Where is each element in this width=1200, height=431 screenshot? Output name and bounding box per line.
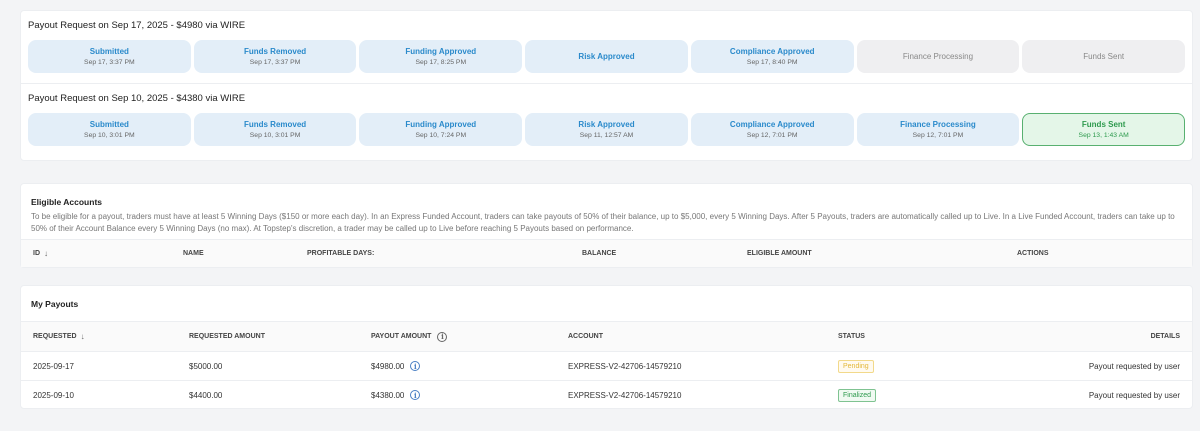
column-label: REQUESTED: [33, 333, 77, 340]
step-label: Finance Processing: [902, 52, 974, 61]
eligible-accounts-card: Eligible Accounts To be eligible for a p…: [20, 183, 1193, 268]
column-name: NAME: [183, 250, 204, 257]
payouts-table: REQUESTED ↓ REQUESTED AMOUNT PAYOUT AMOUN…: [21, 321, 1192, 409]
payout-request-title: Payout Request on Sep 10, 2025 - $4380 v…: [28, 93, 246, 104]
column-label: ID: [33, 250, 40, 257]
step-compliance-approved: Compliance Approved Sep 12, 7:01 PM: [690, 113, 854, 146]
step-label: Compliance Approved: [729, 47, 815, 56]
info-circle-icon[interactable]: i: [410, 390, 421, 400]
table-row: 2025-09-10 $4400.00 $4380.00 i EXPRESS-V2…: [21, 380, 1192, 409]
payout-amount-value: $4980.00: [371, 361, 405, 371]
payout-progress-steps: Submitted Sep 17, 3:37 PM Funds Removed Se…: [28, 40, 1186, 73]
column-actions: ACTIONS: [1017, 250, 1049, 257]
column-requested[interactable]: REQUESTED ↓: [21, 332, 177, 341]
step-date: Sep 17, 8:40 PM: [746, 59, 798, 66]
column-eligible-amount: ELIGIBLE AMOUNT: [747, 250, 812, 257]
column-requested-amount: REQUESTED AMOUNT: [189, 333, 265, 340]
step-label: Compliance Approved: [729, 120, 815, 129]
payout-request: Payout Request on Sep 17, 2025 - $4980 v…: [28, 11, 1186, 73]
payouts-table-header: REQUESTED ↓ REQUESTED AMOUNT PAYOUT AMOUN…: [21, 321, 1192, 351]
status-badge: Finalized: [838, 388, 877, 402]
step-label: Finance Processing: [900, 120, 976, 129]
column-profitable-days: PROFITABLE DAYS:: [307, 250, 375, 257]
step-funding-approved: Funding Approved Sep 10, 7:24 PM: [359, 113, 523, 146]
my-payouts-card: My Payouts REQUESTED ↓ REQUESTED AMOUNT P…: [20, 285, 1193, 409]
info-circle-icon[interactable]: i: [437, 331, 448, 342]
column-account: ACCOUNT: [568, 333, 603, 340]
step-label: Funds Sent: [1081, 120, 1126, 129]
cell-requested-amount: $4400.00: [189, 390, 223, 400]
step-date: Sep 12, 7:01 PM: [912, 132, 964, 139]
step-date: Sep 17, 3:37 PM: [84, 59, 135, 66]
step-date: Sep 17, 8:25 PM: [415, 59, 467, 66]
table-row: 2025-09-17 $5000.00 $4980.00 i EXPRESS-V2…: [21, 351, 1192, 380]
cell-requested: 2025-09-10: [33, 390, 74, 400]
cell-details: Payout requested by user: [1088, 390, 1180, 400]
column-details: DETAILS: [1150, 333, 1180, 340]
step-funds-sent: Funds Sent: [1022, 40, 1186, 73]
step-funds-removed: Funds Removed Sep 10, 3:01 PM: [193, 113, 357, 146]
step-funds-sent: Funds Sent Sep 13, 1:43 AM: [1022, 113, 1186, 146]
eligible-accounts-description: To be eligible for a payout, traders mus…: [31, 212, 1175, 233]
step-label: Funding Approved: [405, 120, 477, 129]
column-label: PAYOUT AMOUNT: [371, 333, 432, 340]
step-label: Risk Approved: [578, 120, 635, 129]
step-label: Funds Sent: [1083, 52, 1125, 61]
step-date: Sep 10, 3:01 PM: [84, 132, 135, 139]
step-submitted: Submitted Sep 10, 3:01 PM: [28, 113, 191, 146]
step-date: Sep 13, 1:43 AM: [1078, 132, 1129, 139]
info-circle-icon[interactable]: i: [410, 361, 421, 371]
cell-account: EXPRESS-V2-42706-14579210: [568, 390, 682, 400]
cell-payout-amount: $4380.00 i: [359, 390, 556, 400]
payout-progress-steps: Submitted Sep 10, 3:01 PM Funds Removed Se…: [28, 113, 1186, 146]
arrow-down-icon: ↓: [44, 249, 48, 258]
column-balance: BALANCE: [582, 250, 617, 257]
step-date: Sep 12, 7:01 PM: [746, 132, 798, 139]
column-payout-amount: PAYOUT AMOUNT i: [359, 331, 556, 342]
eligible-accounts-table-header: ID ↓ NAME PROFITABLE DAYS: BALANCE ELIGIB…: [21, 239, 1192, 267]
step-risk-approved: Risk Approved Sep 11, 12:57 AM: [525, 113, 688, 146]
step-risk-approved: Risk Approved: [525, 40, 688, 73]
payout-amount-value: $4380.00: [371, 390, 405, 400]
column-id[interactable]: ID ↓: [21, 249, 171, 258]
cell-status: Pending: [826, 359, 946, 373]
step-compliance-approved: Compliance Approved Sep 17, 8:40 PM: [690, 40, 854, 73]
step-finance-processing: Finance Processing: [856, 40, 1020, 73]
payout-request-title: Payout Request on Sep 17, 2025 - $4980 v…: [28, 20, 246, 31]
step-funds-removed: Funds Removed Sep 17, 3:37 PM: [193, 40, 357, 73]
cell-payout-amount: $4980.00 i: [359, 361, 556, 371]
step-date: Sep 11, 12:57 AM: [579, 132, 634, 139]
step-label: Submitted: [89, 47, 129, 56]
step-date: Sep 10, 3:01 PM: [249, 132, 301, 139]
my-payouts-title: My Payouts: [31, 299, 79, 309]
step-submitted: Submitted Sep 17, 3:37 PM: [28, 40, 191, 73]
step-label: Risk Approved: [578, 52, 635, 61]
eligible-accounts-title: Eligible Accounts: [31, 197, 103, 207]
step-label: Submitted: [89, 120, 129, 129]
step-date: Sep 10, 7:24 PM: [415, 132, 467, 139]
step-finance-processing: Finance Processing Sep 12, 7:01 PM: [856, 113, 1020, 146]
cell-requested: 2025-09-17: [33, 361, 74, 371]
payout-request: Payout Request on Sep 10, 2025 - $4380 v…: [28, 84, 1186, 146]
step-label: Funds Removed: [243, 47, 307, 56]
payout-requests-card: Payout Request on Sep 17, 2025 - $4980 v…: [20, 10, 1193, 161]
step-date: Sep 17, 3:37 PM: [249, 59, 301, 66]
cell-requested-amount: $5000.00: [189, 361, 223, 371]
step-label: Funds Removed: [243, 120, 307, 129]
cell-account: EXPRESS-V2-42706-14579210: [568, 361, 682, 371]
cell-status: Finalized: [826, 388, 946, 402]
arrow-down-icon: ↓: [80, 332, 85, 341]
cell-details: Payout requested by user: [1088, 361, 1180, 371]
step-funding-approved: Funding Approved Sep 17, 8:25 PM: [359, 40, 523, 73]
column-status: STATUS: [838, 333, 865, 340]
step-label: Funding Approved: [405, 47, 477, 56]
status-badge: Pending: [838, 359, 874, 373]
